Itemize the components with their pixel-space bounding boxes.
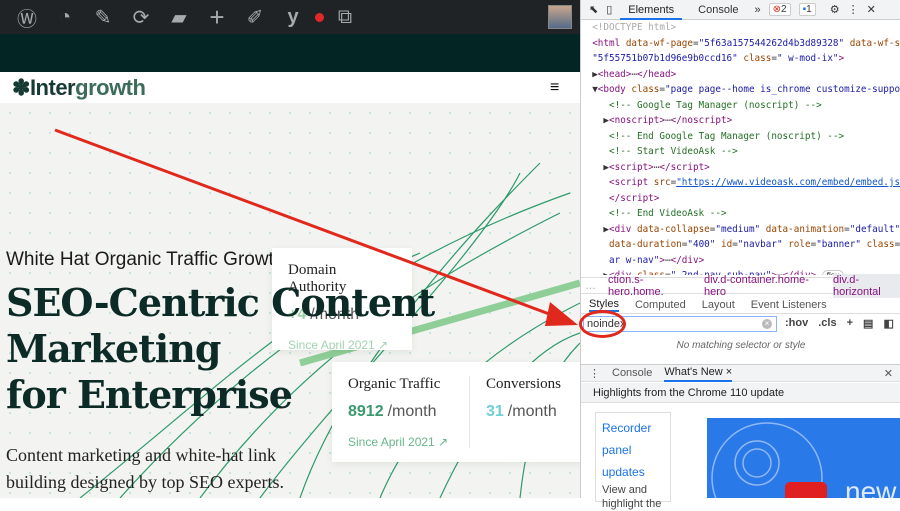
annotation-arrow: [54, 128, 578, 326]
